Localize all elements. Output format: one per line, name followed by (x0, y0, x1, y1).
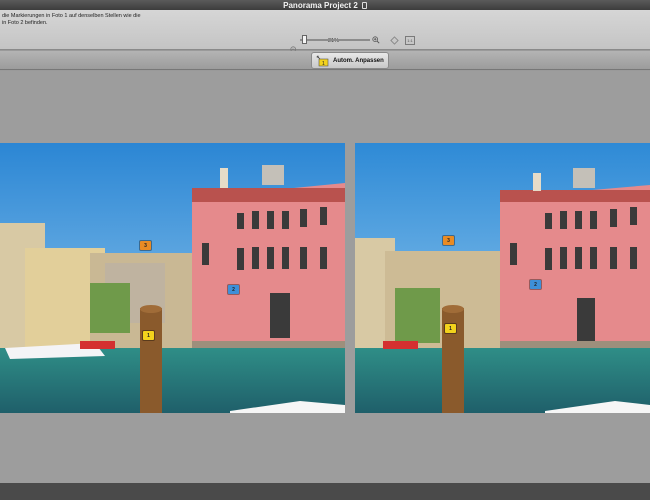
photo-1[interactable]: 3 2 1 (0, 143, 345, 413)
marker-3[interactable]: 3 (140, 241, 151, 250)
zoom-slider-track[interactable] (300, 39, 370, 41)
document-icon[interactable] (361, 1, 367, 9)
svg-text:1: 1 (322, 61, 325, 67)
marker-2[interactable]: 2 (228, 285, 239, 294)
marker-1[interactable]: 1 (143, 331, 154, 340)
instruction-line-2: in Foto 2 befinden. (2, 20, 48, 26)
title-bar: Panorama Project 2 (0, 0, 650, 10)
photo-1-image (0, 143, 345, 413)
toolbar: 1 Autom. Anpassen (0, 51, 650, 70)
auto-align-button[interactable]: 1 Autom. Anpassen (311, 52, 389, 69)
photo-2[interactable]: 3 2 1 (355, 143, 650, 413)
instruction-line-1: die Markierungen in Foto 1 auf denselben… (2, 13, 141, 19)
photo-2-image (355, 143, 650, 413)
marker-3[interactable]: 3 (443, 236, 454, 245)
hand-tool-icon[interactable] (390, 36, 399, 45)
actual-size-button[interactable]: 1:1 (405, 36, 415, 45)
window-title: Panorama Project 2 (283, 0, 358, 10)
marker-1[interactable]: 1 (445, 324, 456, 333)
status-bar (0, 483, 650, 500)
zoom-slider-thumb[interactable] (302, 35, 307, 44)
zoom-in-icon[interactable] (372, 36, 380, 44)
auto-align-label: Autom. Anpassen (333, 57, 384, 64)
auto-align-icon: 1 (316, 55, 329, 67)
info-bar: die Markierungen in Foto 1 auf denselben… (0, 10, 650, 54)
marker-2[interactable]: 2 (530, 280, 541, 289)
instruction-text: die Markierungen in Foto 1 auf denselben… (2, 13, 182, 27)
